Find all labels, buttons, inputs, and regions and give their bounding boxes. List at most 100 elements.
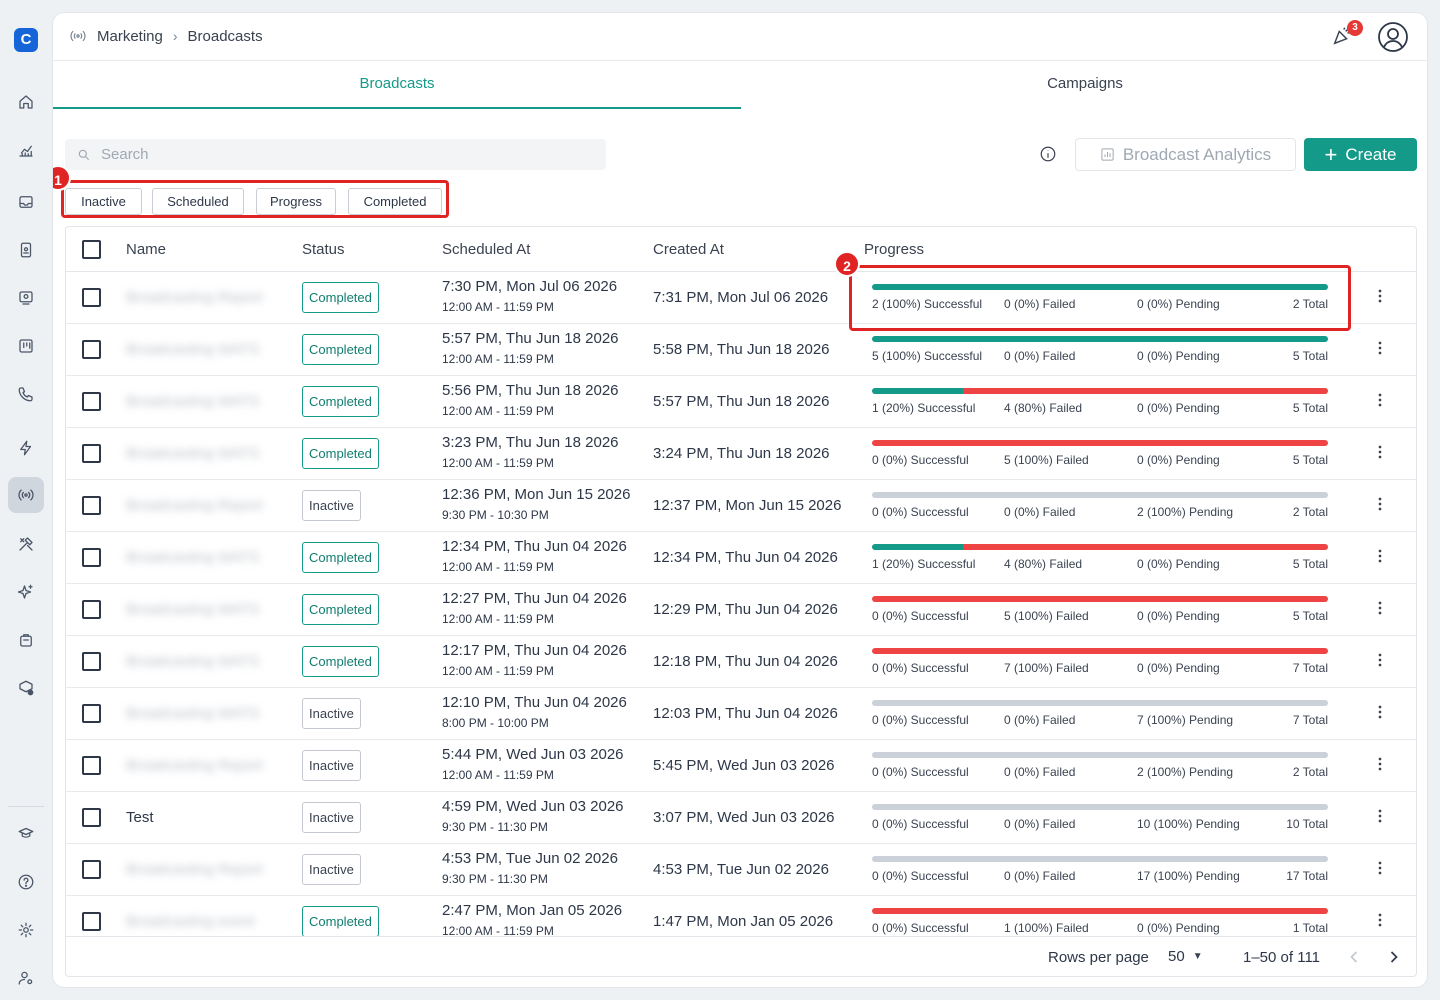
column-scheduled-at[interactable]: Scheduled At xyxy=(442,241,530,258)
broadcast-name[interactable]: Broadcasting WATS xyxy=(126,705,259,722)
progress-failed-segment xyxy=(963,388,1328,394)
rows-per-page-select[interactable]: 50 ▼ xyxy=(1168,948,1203,965)
row-checkbox[interactable] xyxy=(82,756,101,775)
row-checkbox[interactable] xyxy=(82,548,101,567)
row-menu-button[interactable] xyxy=(1370,546,1390,570)
broadcast-name[interactable]: Broadcasting WATS xyxy=(126,601,259,618)
broadcast-name[interactable]: Broadcasting WATS xyxy=(126,549,259,566)
table-row[interactable]: Broadcasting WATS Completed 12:27 PM, Thu … xyxy=(66,584,1416,636)
row-checkbox[interactable] xyxy=(82,340,101,359)
row-menu-button[interactable] xyxy=(1370,286,1390,310)
sidebar-item-learn[interactable] xyxy=(8,815,44,851)
broadcast-name[interactable]: Broadcasting WATS xyxy=(126,341,259,358)
row-checkbox[interactable] xyxy=(82,860,101,879)
filter-progress[interactable]: Progress xyxy=(256,188,336,215)
breadcrumb-marketing[interactable]: Marketing xyxy=(97,28,163,45)
table-row[interactable]: Test Inactive 4:59 PM, Wed Jun 03 2026 9:30… xyxy=(66,792,1416,844)
sidebar-item-orders[interactable] xyxy=(8,622,44,658)
broadcast-name[interactable]: Broadcasting WATS xyxy=(126,653,259,670)
table-header: Name Status Scheduled At Created At Prog… xyxy=(66,227,1416,272)
broadcast-name[interactable]: Broadcasting Report xyxy=(126,861,263,878)
user-avatar[interactable] xyxy=(1377,21,1409,53)
table-row[interactable]: Broadcasting Report Completed 7:30 PM, Mon… xyxy=(66,272,1416,324)
row-menu-button[interactable] xyxy=(1370,910,1390,934)
app-logo[interactable]: C xyxy=(14,28,38,52)
column-status[interactable]: Status xyxy=(302,241,345,258)
row-checkbox[interactable] xyxy=(82,912,101,931)
broadcast-name[interactable]: Broadcasting WATS xyxy=(126,393,259,410)
analytics-icon xyxy=(19,145,33,157)
sidebar-item-tools[interactable] xyxy=(8,526,44,562)
table-row[interactable]: Broadcasting WATS Completed 3:23 PM, Thu J… xyxy=(66,428,1416,480)
sidebar-item-team[interactable] xyxy=(8,280,44,316)
sidebar-item-contacts[interactable] xyxy=(8,232,44,268)
sidebar-item-ai[interactable] xyxy=(8,574,44,610)
tab-broadcasts[interactable]: Broadcasts xyxy=(53,61,741,109)
row-checkbox[interactable] xyxy=(82,652,101,671)
row-menu-button[interactable] xyxy=(1370,650,1390,674)
sidebar-item-board[interactable] xyxy=(8,328,44,364)
broadcast-name[interactable]: Broadcasting Report xyxy=(126,497,263,514)
sidebar-item-phone[interactable] xyxy=(8,376,44,412)
tab-campaigns[interactable]: Campaigns xyxy=(741,61,1427,109)
row-checkbox[interactable] xyxy=(82,496,101,515)
sidebar-item-broadcasts[interactable] xyxy=(8,477,44,513)
row-checkbox[interactable] xyxy=(82,444,101,463)
status-badge: Completed xyxy=(302,282,379,313)
row-menu-button[interactable] xyxy=(1370,494,1390,518)
broadcast-name[interactable]: Broadcasting Report xyxy=(126,289,263,306)
table-row[interactable]: Broadcasting WATS Completed 5:56 PM, Thu J… xyxy=(66,376,1416,428)
row-menu-button[interactable] xyxy=(1370,390,1390,414)
column-progress[interactable]: Progress xyxy=(864,241,924,258)
select-all-checkbox[interactable] xyxy=(82,240,101,259)
sidebar-item-inbox[interactable] xyxy=(8,184,44,220)
column-created-at[interactable]: Created At xyxy=(653,241,724,258)
broadcast-name[interactable]: Test xyxy=(126,809,154,826)
sidebar-item-home[interactable] xyxy=(8,84,44,120)
next-page-button[interactable] xyxy=(1384,947,1406,969)
table-row[interactable]: Broadcasting WATS Inactive 12:10 PM, Thu J… xyxy=(66,688,1416,740)
row-menu-button[interactable] xyxy=(1370,338,1390,362)
filter-inactive[interactable]: Inactive xyxy=(65,188,142,215)
sidebar-item-help[interactable] xyxy=(8,864,44,900)
filter-completed[interactable]: Completed xyxy=(348,188,442,215)
table-row[interactable]: Broadcasting WATS Completed 12:17 PM, Thu … xyxy=(66,636,1416,688)
filter-scheduled[interactable]: Scheduled xyxy=(152,188,244,215)
search-input[interactable] xyxy=(101,146,581,163)
sidebar-item-automation[interactable] xyxy=(8,430,44,466)
column-name[interactable]: Name xyxy=(126,241,166,258)
row-menu-button[interactable] xyxy=(1370,442,1390,466)
table-row[interactable]: Broadcasting event Completed 2:47 PM, Mon … xyxy=(66,896,1416,936)
row-checkbox[interactable] xyxy=(82,392,101,411)
row-checkbox[interactable] xyxy=(82,288,101,307)
table-row[interactable]: Broadcasting Report Inactive 12:36 PM, Mon… xyxy=(66,480,1416,532)
row-menu-button[interactable] xyxy=(1370,858,1390,882)
table-row[interactable]: Broadcasting Report Inactive 4:53 PM, Tue … xyxy=(66,844,1416,896)
row-menu-button[interactable] xyxy=(1370,702,1390,726)
total-count: 2 Total xyxy=(1292,505,1328,519)
previous-page-button[interactable] xyxy=(1344,947,1366,969)
sidebar-divider xyxy=(8,806,44,807)
notifications-button[interactable]: 3 xyxy=(1331,20,1363,51)
table-row[interactable]: Broadcasting WATS Completed 5:57 PM, Thu J… xyxy=(66,324,1416,376)
table-row[interactable]: Broadcasting Report Inactive 5:44 PM, Wed … xyxy=(66,740,1416,792)
table-row[interactable]: Broadcasting WATS Completed 12:34 PM, Thu … xyxy=(66,532,1416,584)
broadcast-analytics-button[interactable]: Broadcast Analytics xyxy=(1075,138,1296,171)
row-menu-button[interactable] xyxy=(1370,754,1390,778)
sidebar-item-account[interactable] xyxy=(8,960,44,996)
broadcast-name[interactable]: Broadcasting event xyxy=(126,913,254,930)
row-menu-button[interactable] xyxy=(1370,806,1390,830)
row-checkbox[interactable] xyxy=(82,704,101,723)
sidebar-item-settings[interactable] xyxy=(8,912,44,948)
row-checkbox[interactable] xyxy=(82,600,101,619)
row-menu-button[interactable] xyxy=(1370,598,1390,622)
broadcast-name[interactable]: Broadcasting WATS xyxy=(126,445,259,462)
row-checkbox[interactable] xyxy=(82,808,101,827)
scheduled-window: 9:30 PM - 10:30 PM xyxy=(442,508,549,522)
create-button[interactable]: + Create xyxy=(1304,138,1417,171)
broadcast-name[interactable]: Broadcasting Report xyxy=(126,757,263,774)
sidebar-item-integrations[interactable] xyxy=(8,670,44,706)
info-icon xyxy=(1040,146,1056,162)
info-button[interactable] xyxy=(1039,145,1059,165)
sidebar-item-analytics[interactable] xyxy=(8,132,44,168)
